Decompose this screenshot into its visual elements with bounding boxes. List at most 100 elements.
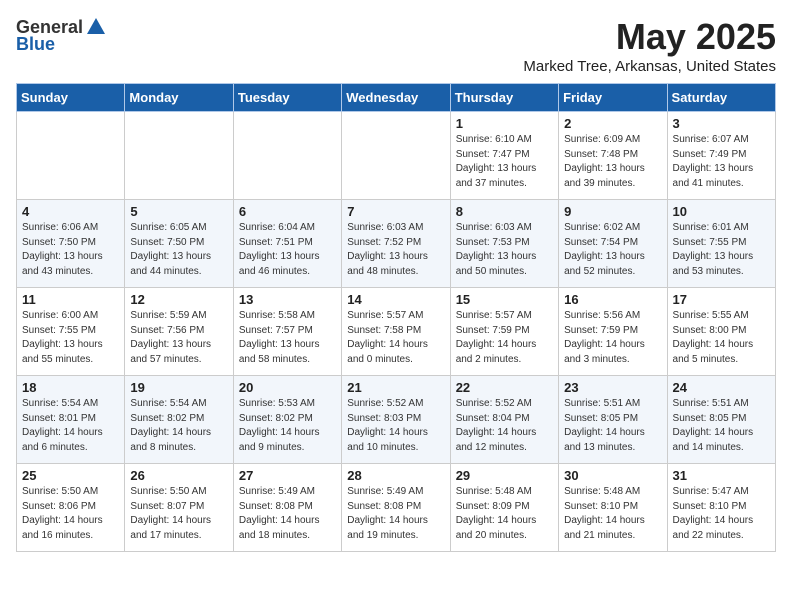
day-number: 1 [456, 116, 553, 131]
calendar-cell: 18Sunrise: 5:54 AM Sunset: 8:01 PM Dayli… [17, 376, 125, 464]
calendar-cell: 12 Sunrise: 5:59 AM Sunset: 7:56 PM Dayli… [125, 288, 233, 376]
day-info: Sunrise: 5:55 AM Sunset: 8:00 PM Dayligh… [673, 309, 770, 367]
day-info: Sunrise: 5:52 AM Sunset: 8:04 PM Dayligh… [456, 397, 553, 455]
weekday-header-monday: Monday [125, 84, 233, 112]
day-number: 31 [673, 468, 770, 483]
day-number: 20 [239, 380, 336, 395]
calendar-cell: 25Sunrise: 5:50 AM Sunset: 8:06 PM Dayli… [17, 464, 125, 552]
day-number: 12 [130, 292, 227, 307]
day-number: 21 [347, 380, 444, 395]
day-info: Sunrise: 5:54 AM Sunset: 8:02 PM Dayligh… [130, 397, 227, 455]
logo: General Blue [16, 16, 107, 55]
calendar-cell: 14 Sunrise: 5:57 AM Sunset: 7:58 PM Dayli… [342, 288, 450, 376]
day-info: Sunrise: 5:50 AM Sunset: 8:07 PM Dayligh… [130, 485, 227, 543]
day-number: 5 [130, 204, 227, 219]
day-number: 8 [456, 204, 553, 219]
calendar-cell: 6 Sunrise: 6:04 AM Sunset: 7:51 PM Daylig… [233, 200, 341, 288]
day-info: Sunrise: 6:06 AM Sunset: 7:50 PM Dayligh… [22, 221, 119, 279]
weekday-header-wednesday: Wednesday [342, 84, 450, 112]
calendar-cell: 11 Sunrise: 6:00 AM Sunset: 7:55 PM Dayli… [17, 288, 125, 376]
day-info: Sunrise: 6:01 AM Sunset: 7:55 PM Dayligh… [673, 221, 770, 279]
calendar-week-1: 1 Sunrise: 6:10 AM Sunset: 7:47 PM Daylig… [17, 112, 776, 200]
calendar-header: SundayMondayTuesdayWednesdayThursdayFrid… [17, 84, 776, 112]
day-info: Sunrise: 5:56 AM Sunset: 7:59 PM Dayligh… [564, 309, 661, 367]
day-number: 15 [456, 292, 553, 307]
day-number: 29 [456, 468, 553, 483]
title-block: May 2025 Marked Tree, Arkansas, United S… [523, 16, 776, 75]
day-info: Sunrise: 5:53 AM Sunset: 8:02 PM Dayligh… [239, 397, 336, 455]
weekday-row: SundayMondayTuesdayWednesdayThursdayFrid… [17, 84, 776, 112]
calendar-cell: 2Sunrise: 6:09 AM Sunset: 7:48 PM Daylig… [559, 112, 667, 200]
weekday-header-sunday: Sunday [17, 84, 125, 112]
calendar-cell: 27Sunrise: 5:49 AM Sunset: 8:08 PM Dayli… [233, 464, 341, 552]
calendar-week-5: 25Sunrise: 5:50 AM Sunset: 8:06 PM Dayli… [17, 464, 776, 552]
month-title: May 2025 [523, 16, 776, 58]
day-info: Sunrise: 5:54 AM Sunset: 8:01 PM Dayligh… [22, 397, 119, 455]
day-info: Sunrise: 5:57 AM Sunset: 7:58 PM Dayligh… [347, 309, 444, 367]
calendar-week-4: 18Sunrise: 5:54 AM Sunset: 8:01 PM Dayli… [17, 376, 776, 464]
calendar-cell: 1 Sunrise: 6:10 AM Sunset: 7:47 PM Daylig… [450, 112, 558, 200]
day-info: Sunrise: 6:07 AM Sunset: 7:49 PM Dayligh… [673, 133, 770, 191]
calendar-cell: 9 Sunrise: 6:02 AM Sunset: 7:54 PM Daylig… [559, 200, 667, 288]
calendar-cell: 28 Sunrise: 5:49 AM Sunset: 8:08 PM Dayli… [342, 464, 450, 552]
day-info: Sunrise: 6:05 AM Sunset: 7:50 PM Dayligh… [130, 221, 227, 279]
day-info: Sunrise: 5:51 AM Sunset: 8:05 PM Dayligh… [673, 397, 770, 455]
calendar-cell: 23Sunrise: 5:51 AM Sunset: 8:05 PM Dayli… [559, 376, 667, 464]
calendar-table: SundayMondayTuesdayWednesdayThursdayFrid… [16, 83, 776, 552]
calendar-cell: 15 Sunrise: 5:57 AM Sunset: 7:59 PM Dayli… [450, 288, 558, 376]
calendar-cell [233, 112, 341, 200]
calendar-cell: 13Sunrise: 5:58 AM Sunset: 7:57 PM Dayli… [233, 288, 341, 376]
day-info: Sunrise: 6:03 AM Sunset: 7:53 PM Dayligh… [456, 221, 553, 279]
calendar-cell: 8 Sunrise: 6:03 AM Sunset: 7:53 PM Daylig… [450, 200, 558, 288]
day-number: 28 [347, 468, 444, 483]
day-number: 4 [22, 204, 119, 219]
day-info: Sunrise: 5:49 AM Sunset: 8:08 PM Dayligh… [239, 485, 336, 543]
calendar-cell: 21Sunrise: 5:52 AM Sunset: 8:03 PM Dayli… [342, 376, 450, 464]
day-info: Sunrise: 5:50 AM Sunset: 8:06 PM Dayligh… [22, 485, 119, 543]
day-info: Sunrise: 5:48 AM Sunset: 8:10 PM Dayligh… [564, 485, 661, 543]
day-info: Sunrise: 6:03 AM Sunset: 7:52 PM Dayligh… [347, 221, 444, 279]
calendar-cell: 17 Sunrise: 5:55 AM Sunset: 8:00 PM Dayli… [667, 288, 775, 376]
day-info: Sunrise: 6:00 AM Sunset: 7:55 PM Dayligh… [22, 309, 119, 367]
calendar-body: 1 Sunrise: 6:10 AM Sunset: 7:47 PM Daylig… [17, 112, 776, 552]
logo-blue-text: Blue [16, 34, 55, 55]
calendar-cell: 29 Sunrise: 5:48 AM Sunset: 8:09 PM Dayli… [450, 464, 558, 552]
day-info: Sunrise: 6:10 AM Sunset: 7:47 PM Dayligh… [456, 133, 553, 191]
calendar-cell: 20 Sunrise: 5:53 AM Sunset: 8:02 PM Dayli… [233, 376, 341, 464]
logo-icon [85, 16, 107, 38]
calendar-cell: 19 Sunrise: 5:54 AM Sunset: 8:02 PM Dayli… [125, 376, 233, 464]
calendar-cell: 31 Sunrise: 5:47 AM Sunset: 8:10 PM Dayli… [667, 464, 775, 552]
day-number: 14 [347, 292, 444, 307]
calendar-week-2: 4 Sunrise: 6:06 AM Sunset: 7:50 PM Daylig… [17, 200, 776, 288]
day-number: 30 [564, 468, 661, 483]
calendar-cell: 30 Sunrise: 5:48 AM Sunset: 8:10 PM Dayli… [559, 464, 667, 552]
calendar-cell: 22Sunrise: 5:52 AM Sunset: 8:04 PM Dayli… [450, 376, 558, 464]
calendar-week-3: 11 Sunrise: 6:00 AM Sunset: 7:55 PM Dayli… [17, 288, 776, 376]
weekday-header-saturday: Saturday [667, 84, 775, 112]
weekday-header-thursday: Thursday [450, 84, 558, 112]
calendar-cell [342, 112, 450, 200]
day-info: Sunrise: 6:02 AM Sunset: 7:54 PM Dayligh… [564, 221, 661, 279]
day-number: 9 [564, 204, 661, 219]
day-info: Sunrise: 5:48 AM Sunset: 8:09 PM Dayligh… [456, 485, 553, 543]
page-header: General Blue May 2025 Marked Tree, Arkan… [16, 16, 776, 75]
day-number: 19 [130, 380, 227, 395]
day-info: Sunrise: 5:47 AM Sunset: 8:10 PM Dayligh… [673, 485, 770, 543]
day-number: 6 [239, 204, 336, 219]
day-number: 17 [673, 292, 770, 307]
day-info: Sunrise: 5:59 AM Sunset: 7:56 PM Dayligh… [130, 309, 227, 367]
calendar-cell: 4 Sunrise: 6:06 AM Sunset: 7:50 PM Daylig… [17, 200, 125, 288]
day-info: Sunrise: 5:57 AM Sunset: 7:59 PM Dayligh… [456, 309, 553, 367]
day-info: Sunrise: 5:49 AM Sunset: 8:08 PM Dayligh… [347, 485, 444, 543]
calendar-cell [125, 112, 233, 200]
day-number: 16 [564, 292, 661, 307]
day-info: Sunrise: 5:51 AM Sunset: 8:05 PM Dayligh… [564, 397, 661, 455]
day-number: 26 [130, 468, 227, 483]
calendar-cell [17, 112, 125, 200]
calendar-cell: 26 Sunrise: 5:50 AM Sunset: 8:07 PM Dayli… [125, 464, 233, 552]
calendar-cell: 16 Sunrise: 5:56 AM Sunset: 7:59 PM Dayli… [559, 288, 667, 376]
day-number: 11 [22, 292, 119, 307]
day-info: Sunrise: 6:04 AM Sunset: 7:51 PM Dayligh… [239, 221, 336, 279]
location-text: Marked Tree, Arkansas, United States [523, 58, 776, 75]
day-number: 10 [673, 204, 770, 219]
